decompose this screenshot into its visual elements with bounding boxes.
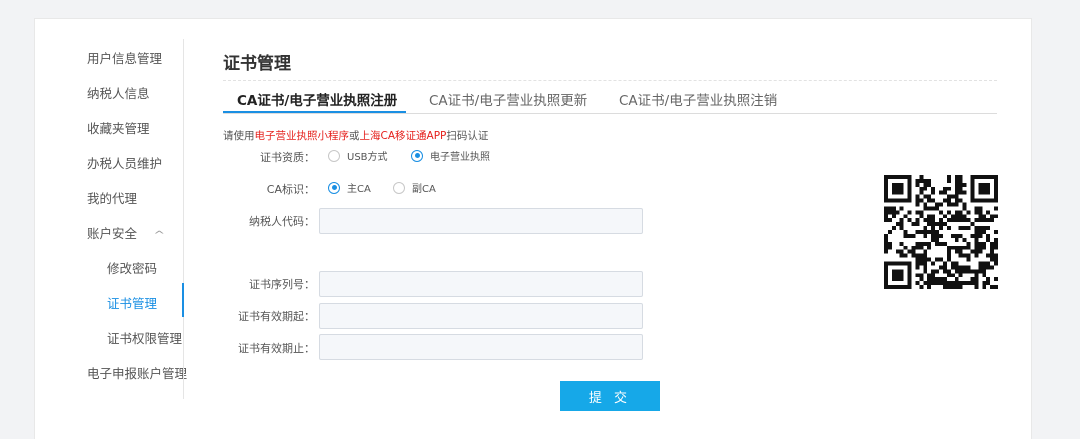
sidebar-item-label: 账户安全 (87, 226, 138, 241)
valid-to-label: 证书有效期止： (238, 342, 315, 355)
title-divider (223, 80, 997, 81)
sidebar-item-change-password[interactable]: 修改密码 (107, 258, 157, 277)
sidebar-item-taxpayer-info[interactable]: 纳税人信息 (87, 83, 150, 102)
tab-bar: CA证书/电子营业执照注册 CA证书/电子营业执照更新 CA证书/电子营业执照注… (223, 83, 997, 114)
notice-or: 或 (349, 130, 360, 142)
radio-label: 主CA (347, 184, 371, 195)
radio-label: USB方式 (347, 152, 388, 163)
radio-selected-icon (411, 149, 423, 162)
sidebar-item-staff[interactable]: 办税人员维护 (87, 153, 162, 172)
chevron-up-icon: ^ (153, 230, 166, 241)
radio-label: 副CA (412, 184, 436, 195)
radio-icon (393, 181, 405, 194)
sidebar-item-user-info[interactable]: 用户信息管理 (87, 48, 162, 67)
tab-register[interactable]: CA证书/电子营业执照注册 (237, 89, 397, 109)
active-indicator (182, 283, 184, 317)
sidebar-item-favorites[interactable]: 收藏夹管理 (87, 118, 150, 137)
radio-selected-icon (328, 181, 340, 194)
notice-suffix: 扫码认证 (446, 130, 489, 142)
cert-serial-input[interactable] (319, 271, 643, 297)
scan-notice: 请使用电子营业执照小程序或上海CA移证通APP扫码认证 (223, 128, 488, 143)
sidebar-item-cert-permissions[interactable]: 证书权限管理 (107, 328, 182, 347)
taxpayer-code-input[interactable] (319, 208, 643, 234)
page-title: 证书管理 (223, 54, 291, 74)
radio-primary-ca[interactable]: 主CA (328, 180, 371, 195)
radio-usb[interactable]: USB方式 (328, 148, 388, 163)
sidebar-item-e-filing-account[interactable]: 电子申报账户管理 (87, 363, 187, 382)
valid-from-label: 证书有效期起： (238, 310, 315, 323)
ca-flag-label: CA标识： (266, 183, 315, 196)
content-card: 用户信息管理 纳税人信息 收藏夹管理 办税人员维护 我的代理 账户安全 ^ 修改密… (34, 18, 1032, 439)
notice-prefix: 请使用 (223, 130, 255, 142)
qr-code-icon (884, 175, 998, 289)
radio-e-license[interactable]: 电子营业执照 (411, 148, 490, 163)
valid-to-input[interactable] (319, 334, 643, 360)
notice-app2: 上海CA移证通APP (359, 130, 447, 142)
taxpayer-code-label: 纳税人代码： (249, 215, 315, 228)
submit-button[interactable]: 提 交 (560, 381, 660, 411)
cert-type-label: 证书资质： (260, 151, 315, 164)
tab-update[interactable]: CA证书/电子营业执照更新 (429, 89, 587, 109)
notice-app1: 电子营业执照小程序 (254, 130, 350, 142)
active-tab-underline (223, 111, 406, 113)
cert-serial-label: 证书序列号： (249, 278, 315, 291)
radio-icon (328, 149, 340, 162)
sidebar-item-cert-management[interactable]: 证书管理 (107, 293, 157, 312)
sidebar-item-agent[interactable]: 我的代理 (87, 188, 137, 207)
sidebar-nav: 用户信息管理 纳税人信息 收藏夹管理 办税人员维护 我的代理 账户安全 ^ 修改密… (35, 19, 187, 399)
radio-secondary-ca[interactable]: 副CA (393, 180, 436, 195)
tab-cancel[interactable]: CA证书/电子营业执照注销 (619, 89, 777, 109)
radio-label: 电子营业执照 (430, 152, 490, 163)
sidebar-divider (183, 39, 184, 399)
sidebar-item-account-security[interactable]: 账户安全 ^ (87, 223, 166, 242)
valid-from-input[interactable] (319, 303, 643, 329)
